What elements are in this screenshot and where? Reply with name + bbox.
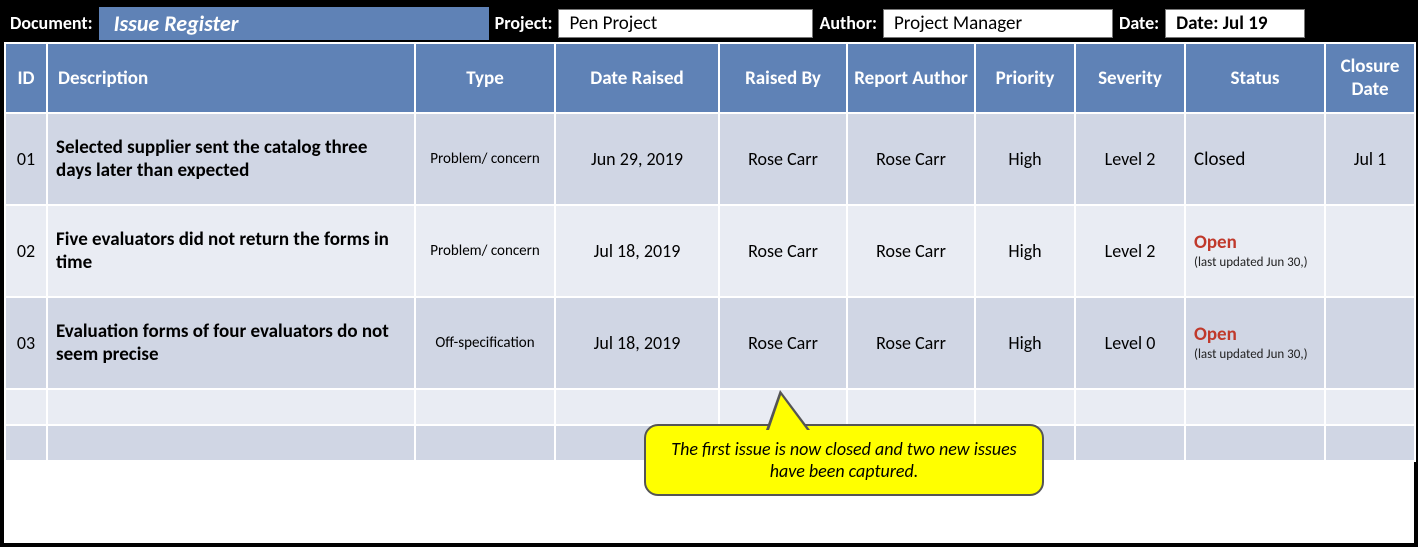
- cell-empty: [5, 389, 47, 425]
- cell-status: Open (last updated Jun 30,): [1185, 205, 1325, 297]
- cell-empty: [5, 425, 47, 461]
- cell-empty: [415, 425, 555, 461]
- cell-priority: High: [975, 113, 1075, 205]
- cell-raised-by: Rose Carr: [719, 205, 847, 297]
- cell-priority: High: [975, 205, 1075, 297]
- meta-bar: Document: Issue Register Project: Pen Pr…: [4, 4, 1414, 42]
- cell-severity: Level 0: [1075, 297, 1185, 389]
- cell-empty: [975, 389, 1075, 425]
- cell-empty: [847, 389, 975, 425]
- cell-description: Five evaluators did not return the forms…: [47, 205, 415, 297]
- issue-register-frame: Document: Issue Register Project: Pen Pr…: [0, 0, 1418, 547]
- col-type: Type: [415, 43, 555, 113]
- project-value: Pen Project: [558, 9, 813, 38]
- table-row: 03Evaluation forms of four evaluators do…: [5, 297, 1415, 389]
- cell-type: Problem/ concern: [415, 113, 555, 205]
- cell-type: Off-specification: [415, 297, 555, 389]
- cell-report-author: Rose Carr: [847, 113, 975, 205]
- cell-empty: [1325, 425, 1415, 461]
- annotation-callout: The first issue is now closed and two ne…: [644, 424, 1044, 496]
- cell-empty: [47, 425, 415, 461]
- col-report-author: Report Author: [847, 43, 975, 113]
- status-sub: (last updated Jun 30,): [1194, 348, 1316, 362]
- status-sub: (last updated Jun 30,): [1194, 256, 1316, 270]
- cell-empty: [1185, 425, 1325, 461]
- col-id: ID: [5, 43, 47, 113]
- col-priority: Priority: [975, 43, 1075, 113]
- cell-priority: High: [975, 297, 1075, 389]
- cell-date-raised: Jul 18, 2019: [555, 205, 719, 297]
- cell-raised-by: Rose Carr: [719, 297, 847, 389]
- cell-empty: [1075, 425, 1185, 461]
- cell-id: 01: [5, 113, 47, 205]
- col-closure-date: Closure Date: [1325, 43, 1415, 113]
- issue-table: ID Description Type Date Raised Raised B…: [4, 42, 1416, 462]
- document-title: Issue Register: [99, 7, 489, 40]
- cell-closure-date: [1325, 205, 1415, 297]
- col-date-raised: Date Raised: [555, 43, 719, 113]
- cell-raised-by: Rose Carr: [719, 113, 847, 205]
- cell-status: Open (last updated Jun 30,): [1185, 297, 1325, 389]
- cell-id: 03: [5, 297, 47, 389]
- col-status: Status: [1185, 43, 1325, 113]
- header-row: ID Description Type Date Raised Raised B…: [5, 43, 1415, 113]
- cell-empty: [555, 389, 719, 425]
- col-description: Description: [47, 43, 415, 113]
- cell-empty: [415, 389, 555, 425]
- status-main: Open: [1194, 231, 1237, 254]
- cell-status: Closed: [1185, 113, 1325, 205]
- author-label: Author:: [819, 12, 877, 34]
- cell-id: 02: [5, 205, 47, 297]
- project-label: Project:: [495, 12, 553, 34]
- cell-description: Evaluation forms of four evaluators do n…: [47, 297, 415, 389]
- table-row: 01Selected supplier sent the catalog thr…: [5, 113, 1415, 205]
- cell-severity: Level 2: [1075, 113, 1185, 205]
- status-main: Open: [1194, 323, 1237, 346]
- date-value: Date: Jul 19: [1165, 9, 1305, 38]
- cell-description: Selected supplier sent the catalog three…: [47, 113, 415, 205]
- date-label: Date:: [1119, 12, 1159, 34]
- cell-severity: Level 2: [1075, 205, 1185, 297]
- cell-date-raised: Jun 29, 2019: [555, 113, 719, 205]
- cell-empty: [47, 389, 415, 425]
- cell-type: Problem/ concern: [415, 205, 555, 297]
- document-label: Document:: [10, 12, 93, 34]
- status-main: Closed: [1194, 148, 1245, 171]
- table-row-empty: [5, 389, 1415, 425]
- cell-closure-date: [1325, 297, 1415, 389]
- cell-empty: [1075, 389, 1185, 425]
- col-severity: Severity: [1075, 43, 1185, 113]
- cell-date-raised: Jul 18, 2019: [555, 297, 719, 389]
- cell-empty: [1325, 389, 1415, 425]
- author-value: Project Manager: [883, 9, 1113, 38]
- cell-empty: [1185, 389, 1325, 425]
- table-row: 02Five evaluators did not return the for…: [5, 205, 1415, 297]
- cell-report-author: Rose Carr: [847, 297, 975, 389]
- col-raised-by: Raised By: [719, 43, 847, 113]
- cell-closure-date: Jul 1: [1325, 113, 1415, 205]
- cell-report-author: Rose Carr: [847, 205, 975, 297]
